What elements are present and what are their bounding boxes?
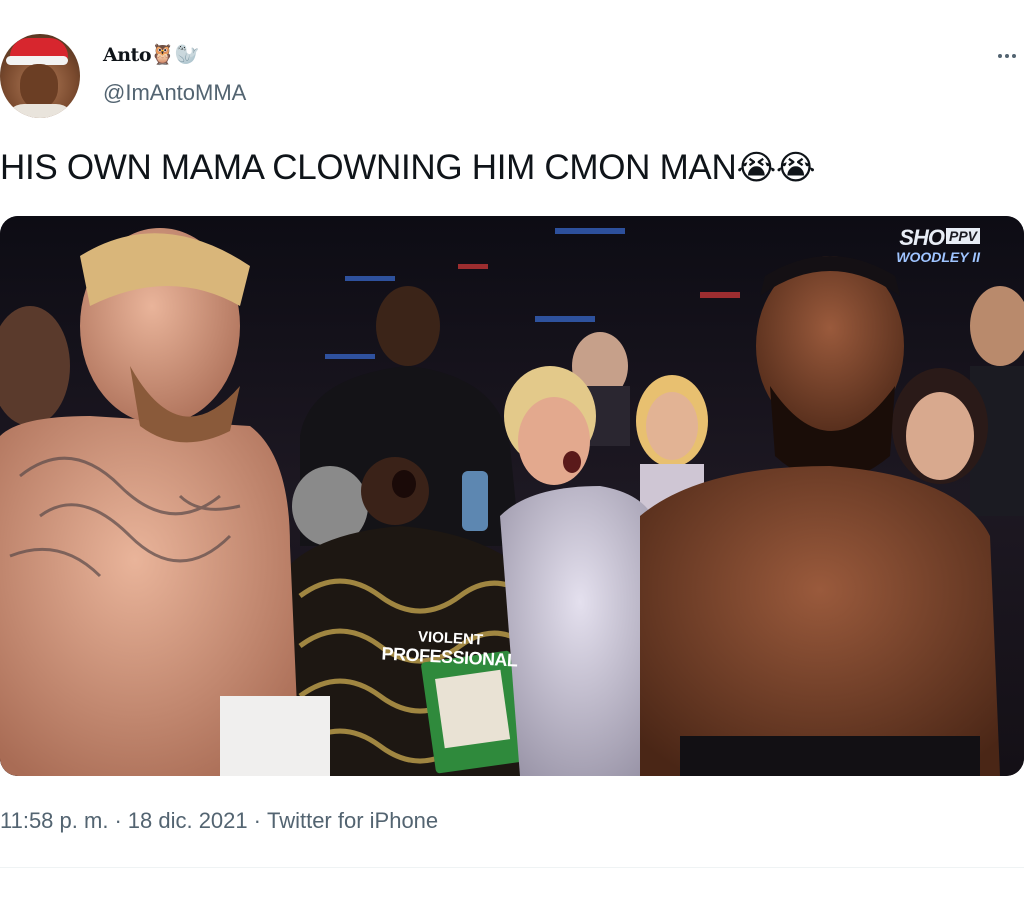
author-name-emojis: 🦉🦭 <box>150 44 200 66</box>
tweet-text: HIS OWN MAMA CLOWNING HIM CMON MAN😭😭 <box>0 148 816 188</box>
avatar-shirt <box>4 104 76 118</box>
broadcast-logo-text: SHO <box>899 225 945 250</box>
shirt-print: VIOLENT PROFESSIONAL <box>381 626 519 670</box>
meta-separator: · <box>114 808 122 833</box>
tweet-date[interactable]: 18 dic. 2021 <box>128 808 248 833</box>
more-dot-icon <box>1005 54 1009 58</box>
divider <box>0 867 1024 868</box>
tweet-card: Anto 🦉🦭 @ImAntoMMA HIS OWN MAMA CLOWNING… <box>0 0 1024 899</box>
author-avatar[interactable] <box>0 34 80 118</box>
meta-separator: · <box>253 808 261 833</box>
broadcast-logo: SHO PPV WOODLEY II <box>896 225 980 266</box>
tweet-photo[interactable]: SHO PPV WOODLEY II VIOLENT PROFESSIONAL <box>0 216 1024 776</box>
more-dot-icon <box>1012 54 1016 58</box>
broadcast-subtitle: WOODLEY II <box>896 249 980 265</box>
author-display-name[interactable]: Anto <box>103 44 152 66</box>
broadcast-badge: PPV <box>945 228 980 244</box>
tweet-source-link[interactable]: Twitter for iPhone <box>267 808 438 833</box>
author-handle[interactable]: @ImAntoMMA <box>103 80 246 106</box>
crying-emoji-icon: 😭😭 <box>736 149 816 187</box>
tweet-meta: 11:58 p. m. · 18 dic. 2021 · Twitter for iPh… <box>0 808 438 834</box>
tweet-text-body: HIS OWN MAMA CLOWNING HIM CMON MAN <box>0 148 737 187</box>
tweet-time[interactable]: 11:58 p. m. <box>0 808 108 833</box>
photo-scene <box>0 216 1024 776</box>
more-dot-icon <box>998 54 1002 58</box>
avatar-face <box>20 64 58 108</box>
more-options-button[interactable] <box>992 44 1022 68</box>
